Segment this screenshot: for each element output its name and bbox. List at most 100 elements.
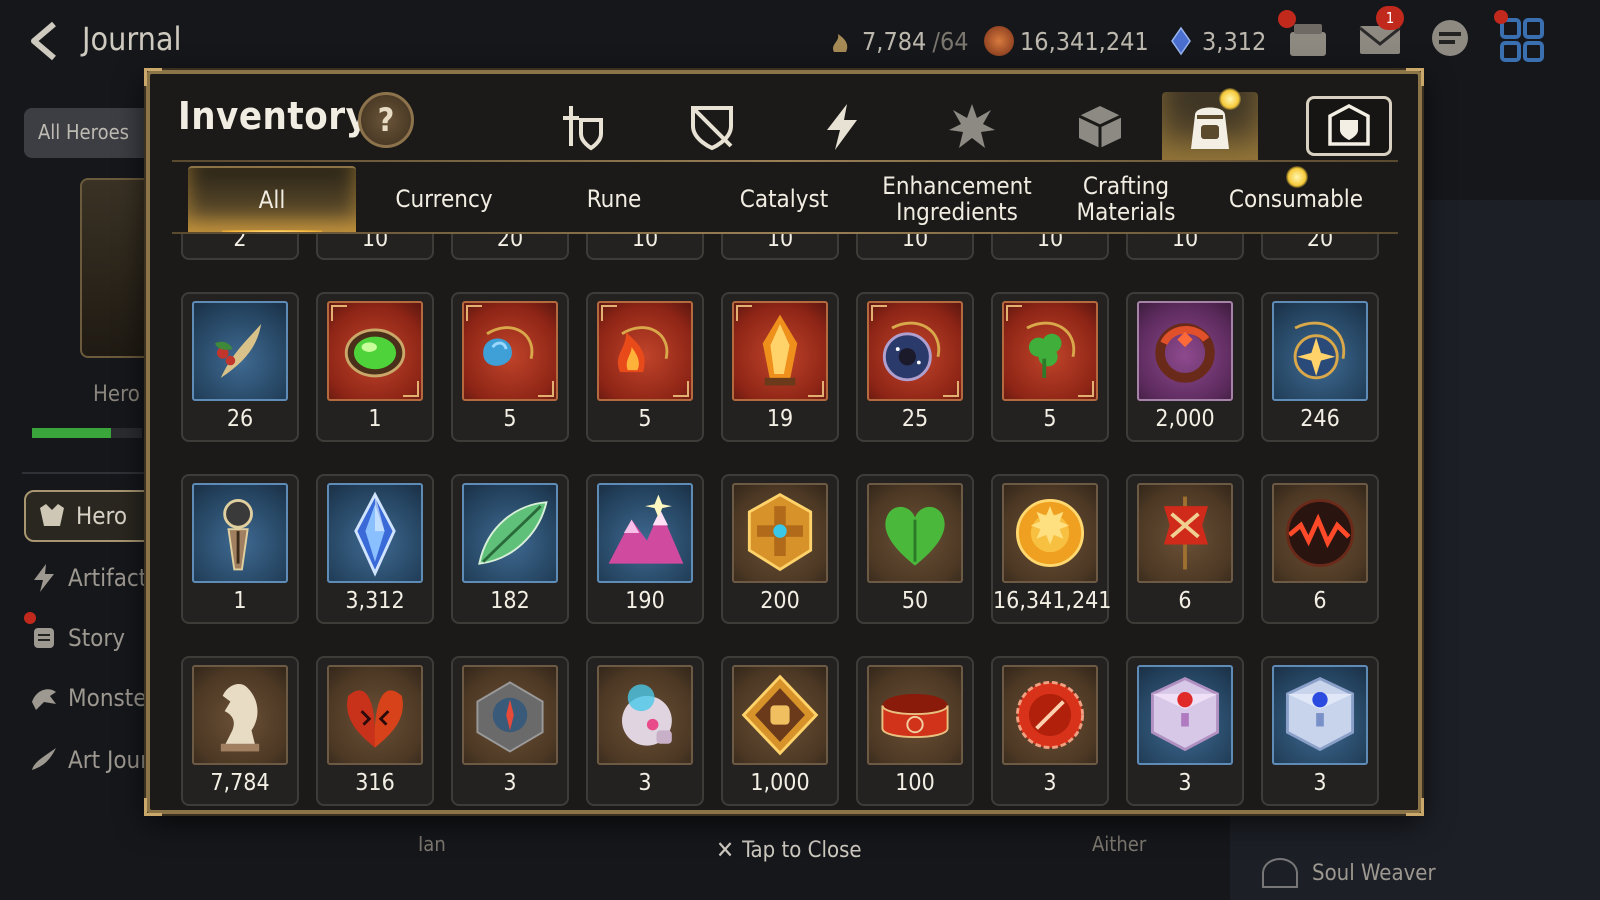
monster-icon — [32, 689, 56, 710]
cube-icon — [1078, 106, 1122, 148]
inventory-item[interactable]: 3 — [991, 656, 1109, 806]
item-frame — [327, 301, 423, 401]
inventory-item[interactable]: 16,341,241 — [991, 474, 1111, 624]
hero-name-ian: Ian — [418, 832, 446, 856]
flame-crystal-icon — [734, 303, 826, 399]
inventory-item[interactable]: 5 — [991, 292, 1109, 442]
item-frame — [867, 483, 963, 583]
inventory-item[interactable]: 10 — [316, 234, 434, 260]
inventory-item[interactable]: 10 — [586, 234, 704, 260]
tab-consumable[interactable]: Consumable — [1212, 166, 1380, 232]
inventory-item[interactable]: 5 — [451, 292, 569, 442]
inventory-item[interactable]: 3,312 — [316, 474, 434, 624]
hero-equipment-icon — [563, 106, 603, 151]
inventory-item[interactable]: 7,784 — [181, 656, 299, 806]
inventory-item[interactable]: 25 — [856, 292, 974, 442]
blue-pendant-icon — [464, 303, 556, 399]
inventory-item[interactable]: 3 — [1126, 656, 1244, 806]
inventory-item[interactable]: 3 — [586, 656, 704, 806]
inventory-item[interactable]: 20 — [451, 234, 569, 260]
item-frame — [1272, 665, 1368, 765]
compass-charm-icon — [194, 485, 286, 581]
inventory-item[interactable]: 10 — [1126, 234, 1244, 260]
inventory-item[interactable]: 3 — [1261, 656, 1379, 806]
inventory-item[interactable]: 1 — [316, 292, 434, 442]
tab-crafting-materials[interactable]: Crafting Materials — [1044, 166, 1208, 232]
inventory-item[interactable]: 182 — [451, 474, 569, 624]
nav-item-label: Story — [68, 624, 126, 652]
journal-topbar: Journal 7,784 /64 16,341,241 3,312 1 — [0, 0, 1600, 80]
inventory-item[interactable]: 10 — [856, 234, 974, 260]
red-seal-icon — [1004, 667, 1096, 763]
tab-currency[interactable]: Currency — [362, 166, 526, 232]
inventory-item[interactable]: 100 — [856, 656, 974, 806]
item-quantity: 3 — [1313, 770, 1327, 796]
inventory-item[interactable]: 26 — [181, 292, 299, 442]
back-arrow-icon[interactable] — [22, 18, 68, 64]
inventory-item[interactable]: 6 — [1126, 474, 1244, 624]
inventory-item[interactable]: 2 — [181, 234, 299, 260]
category-backpack[interactable] — [1162, 92, 1258, 162]
item-frame — [597, 301, 693, 401]
item-quantity: 3 — [638, 770, 652, 796]
inventory-grid: 2 10 20 10 10 10 10 10 20 26 1 5 5 19 25 5 2,000 246 1 3,31… — [178, 234, 1398, 810]
tab-rune[interactable]: Rune — [532, 166, 696, 232]
inventory-item[interactable]: 3 — [451, 656, 569, 806]
scroll-icon — [34, 628, 54, 648]
tap-to-close-label: Tap to Close — [742, 837, 862, 863]
inventory-item[interactable]: 6 — [1261, 474, 1379, 624]
item-quantity: 20 — [496, 234, 524, 252]
category-cube[interactable] — [1052, 92, 1148, 162]
inventory-item[interactable]: 200 — [721, 474, 839, 624]
nav-item-hero[interactable]: Hero — [24, 490, 164, 542]
item-frame — [1137, 483, 1233, 583]
tap-to-close[interactable]: ✕ Tap to Close — [716, 836, 862, 864]
chat-icon[interactable] — [1426, 16, 1474, 64]
tab-catalyst[interactable]: Catalyst — [702, 166, 866, 232]
inventory-item[interactable]: 1 — [181, 474, 299, 624]
fist-badge-icon — [734, 667, 826, 763]
inventory-item[interactable]: 1,000 — [721, 656, 839, 806]
burst-icon — [949, 104, 995, 148]
inventory-item[interactable]: 316 — [316, 656, 434, 806]
robot-pet-icon — [599, 667, 691, 763]
stamina-cap: /64 — [932, 26, 969, 56]
inventory-tabs: All Currency Rune Catalyst Enhancement I… — [172, 166, 1400, 236]
category-guild-shield[interactable] — [1306, 96, 1392, 156]
stone-compass-icon — [464, 667, 556, 763]
item-quantity: 50 — [901, 588, 929, 614]
item-quantity: 2 — [233, 234, 247, 252]
item-quantity: 10 — [1036, 234, 1064, 252]
item-quantity: 3 — [1178, 770, 1192, 796]
category-broken-shield[interactable] — [664, 92, 760, 162]
crystal-mountain-icon — [599, 485, 691, 581]
item-frame — [462, 665, 558, 765]
inventory-item[interactable]: 19 — [721, 292, 839, 442]
inventory-item[interactable]: 20 — [1261, 234, 1379, 260]
inventory-item[interactable]: 2,000 — [1126, 292, 1244, 442]
item-frame — [327, 665, 423, 765]
inventory-item[interactable]: 190 — [586, 474, 704, 624]
tab-enhancement-ingredients[interactable]: Enhancement Ingredients — [872, 166, 1042, 232]
category-hero-equipment[interactable] — [534, 92, 630, 162]
panel-corner — [144, 68, 162, 86]
hero-icon — [40, 504, 64, 526]
item-quantity: 6 — [1313, 588, 1327, 614]
category-lightning[interactable] — [794, 92, 890, 162]
panel-corner — [144, 798, 162, 816]
inventory-item[interactable]: 246 — [1261, 292, 1379, 442]
journal-title: Journal — [82, 20, 182, 58]
category-burst[interactable] — [924, 92, 1020, 162]
help-button[interactable]: ? — [358, 92, 414, 148]
inventory-item[interactable]: 50 — [856, 474, 974, 624]
tab-all[interactable]: All — [188, 166, 356, 234]
inventory-item[interactable]: 5 — [586, 292, 704, 442]
inventory-item[interactable]: 10 — [991, 234, 1109, 260]
item-quantity: 10 — [766, 234, 794, 252]
menu-grid-icon[interactable] — [1498, 16, 1546, 64]
item-quantity: 19 — [766, 406, 794, 432]
stamina-value: 7,784 — [862, 26, 927, 56]
inventory-item[interactable]: 10 — [721, 234, 839, 260]
item-quantity: 7,784 — [210, 770, 270, 796]
nav-item-label: Hero — [76, 502, 128, 530]
